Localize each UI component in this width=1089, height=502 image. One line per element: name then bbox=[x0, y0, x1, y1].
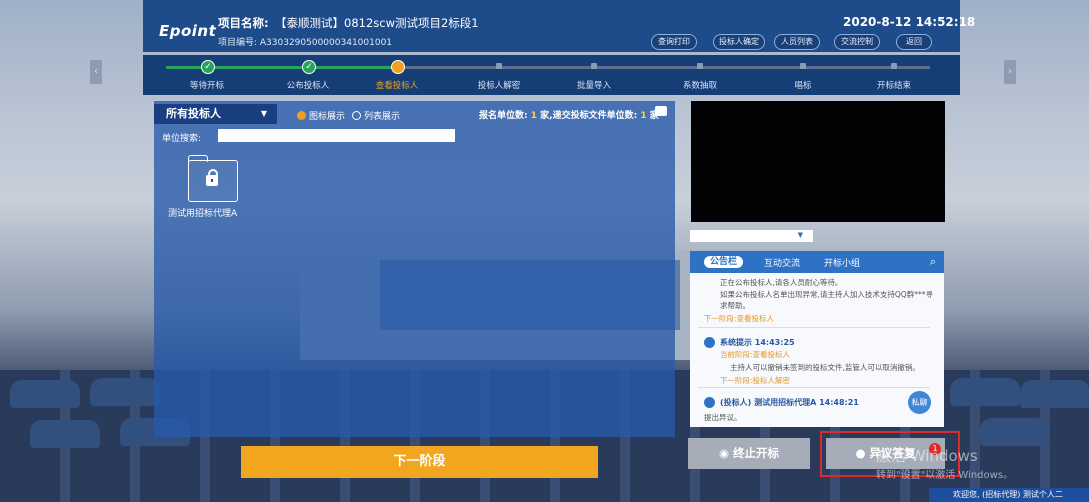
search-label: 单位搜索: bbox=[162, 134, 202, 144]
windows-activation-hint: 转到"设置"以激活 Windows。 bbox=[876, 470, 1014, 481]
step-label: 批量导入 bbox=[576, 81, 611, 91]
step-pending-icon bbox=[496, 63, 502, 69]
seat bbox=[10, 380, 80, 408]
seat bbox=[90, 378, 160, 406]
step-pending-icon bbox=[891, 63, 897, 69]
windows-activation-watermark: 激活 Windows bbox=[876, 447, 978, 465]
view-list-label: 列表展示 bbox=[364, 112, 401, 122]
stats-prefix: 报名单位数: bbox=[479, 111, 528, 121]
seat bbox=[950, 378, 1020, 406]
project-name-label: 项目名称: bbox=[218, 16, 269, 30]
project-name: 【泰顺测试】0812scw测试项目2标段1 bbox=[275, 16, 479, 30]
step-pending-icon bbox=[591, 63, 597, 69]
bidder-panel bbox=[154, 101, 675, 437]
chat-panel: 公告栏 互动交流 开标小组 ⌕ 正在公布投标人,请各人员耐心等待。 如果公布投标… bbox=[690, 251, 944, 427]
bidder-folder-icon[interactable] bbox=[188, 155, 238, 202]
stop-circle-icon: ◉ bbox=[718, 446, 730, 460]
message-stage-link[interactable]: 当前阶段:查看投标人 bbox=[720, 349, 790, 360]
search-icon[interactable]: ⌕ bbox=[930, 255, 936, 269]
step-label: 系数抽取 bbox=[682, 81, 717, 91]
step-done-icon: ✓ bbox=[302, 60, 316, 74]
step-label: 等待开标 bbox=[189, 81, 224, 91]
project-code: 项目编号: A3303290500000341001001 bbox=[218, 38, 393, 48]
view-icon-radio[interactable]: 图标展示 bbox=[297, 109, 345, 122]
stats-mid: 家,递交投标文件单位数: bbox=[540, 111, 638, 121]
video-area bbox=[691, 101, 945, 222]
chevron-down-icon: ▼ bbox=[797, 231, 803, 239]
chevron-down-icon: ▼ bbox=[260, 109, 267, 118]
scroll-right-icon[interactable]: › bbox=[1004, 60, 1016, 84]
message-text: 正在公布投标人,请各人员耐心等待。 bbox=[720, 278, 843, 287]
step-pending-icon bbox=[800, 63, 806, 69]
step-label: 开标结束 bbox=[876, 81, 911, 91]
epoint-logo: Epoint bbox=[159, 22, 217, 40]
next-stage-button[interactable]: 下一阶段 bbox=[241, 446, 598, 478]
avatar bbox=[704, 337, 715, 348]
staff-list-button[interactable]: 人员列表 bbox=[774, 34, 820, 50]
bidder-filter-label: 所有投标人 bbox=[166, 107, 221, 120]
message-divider bbox=[698, 387, 930, 388]
seat bbox=[1020, 380, 1089, 408]
stats-signup-count: 1 bbox=[530, 111, 538, 121]
step-label: 投标人解密 bbox=[477, 81, 521, 91]
datetime: 2020-8-12 14:52:18 bbox=[843, 15, 976, 29]
view-icon-label: 图标展示 bbox=[309, 112, 346, 122]
view-list-radio[interactable]: 列表展示 bbox=[352, 109, 400, 122]
step-current-icon bbox=[391, 60, 405, 74]
message-sender: 系统提示 14:43:25 bbox=[720, 338, 795, 347]
avatar bbox=[704, 397, 715, 408]
exchange-control-button[interactable]: 交流控制 bbox=[834, 34, 880, 50]
step-pending-icon bbox=[697, 63, 703, 69]
radio-checked-icon bbox=[297, 111, 306, 120]
bidder-filter-dropdown[interactable]: 所有投标人 ▼ bbox=[154, 104, 277, 124]
stop-opening-label: 终止开标 bbox=[733, 446, 780, 460]
message-text: 提出异议。 bbox=[704, 413, 742, 422]
seat bbox=[30, 420, 100, 448]
step-label: 公布投标人 bbox=[286, 81, 330, 91]
progress-todo-line bbox=[396, 66, 930, 69]
stop-opening-button[interactable]: ◉ 终止开标 bbox=[688, 438, 810, 469]
tab-notice-board[interactable]: 公告栏 bbox=[704, 256, 744, 268]
query-print-button[interactable]: 查询打印 bbox=[651, 34, 697, 50]
bidder-name[interactable]: 测试用招标代理A bbox=[168, 206, 237, 219]
seat bbox=[980, 418, 1050, 446]
scroll-left-icon[interactable]: ‹ bbox=[90, 60, 102, 84]
welcome-user: 欢迎您, (招标代理) 测试个人二 bbox=[929, 488, 1089, 502]
bidder-stats: 报名单位数: 1 家,递交投标文件单位数: 1 家 bbox=[479, 108, 659, 121]
unit-search-input[interactable] bbox=[218, 129, 455, 142]
step-label: 唱标 bbox=[794, 81, 812, 91]
message-stage-link[interactable]: 下一阶段:查看投标人 bbox=[704, 313, 774, 324]
step-label-current: 查看投标人 bbox=[375, 81, 419, 91]
step-done-icon: ✓ bbox=[201, 60, 215, 74]
lock-icon bbox=[206, 169, 218, 186]
folder-tab bbox=[188, 155, 208, 162]
printer-icon[interactable] bbox=[655, 106, 667, 116]
back-button[interactable]: 返回 bbox=[896, 34, 932, 50]
message-text: 如果公布投标人名单出现异常,请主持人加入技术支持QQ群***寻求帮助。 bbox=[720, 290, 933, 310]
message-stage-link[interactable]: 下一阶段:投标人解密 bbox=[720, 375, 790, 386]
message-sender: (投标人) 测试用招标代理A 14:48:21 bbox=[720, 398, 859, 407]
video-source-select[interactable]: ▼ bbox=[690, 230, 813, 242]
tab-interaction[interactable]: 互动交流 bbox=[764, 256, 800, 269]
tab-opening-group[interactable]: 开标小组 bbox=[824, 256, 860, 269]
message-text: 主持人可以撤销未签到的投标文件,监管人可以取消撤销。 bbox=[730, 363, 920, 372]
radio-unchecked-icon bbox=[352, 111, 361, 120]
confirm-bidder-button[interactable]: 投标人确定 bbox=[713, 34, 765, 50]
stats-submitted-count: 1 bbox=[640, 111, 647, 121]
private-chat-button[interactable]: 私聊 bbox=[908, 391, 931, 414]
message-divider bbox=[698, 327, 930, 328]
